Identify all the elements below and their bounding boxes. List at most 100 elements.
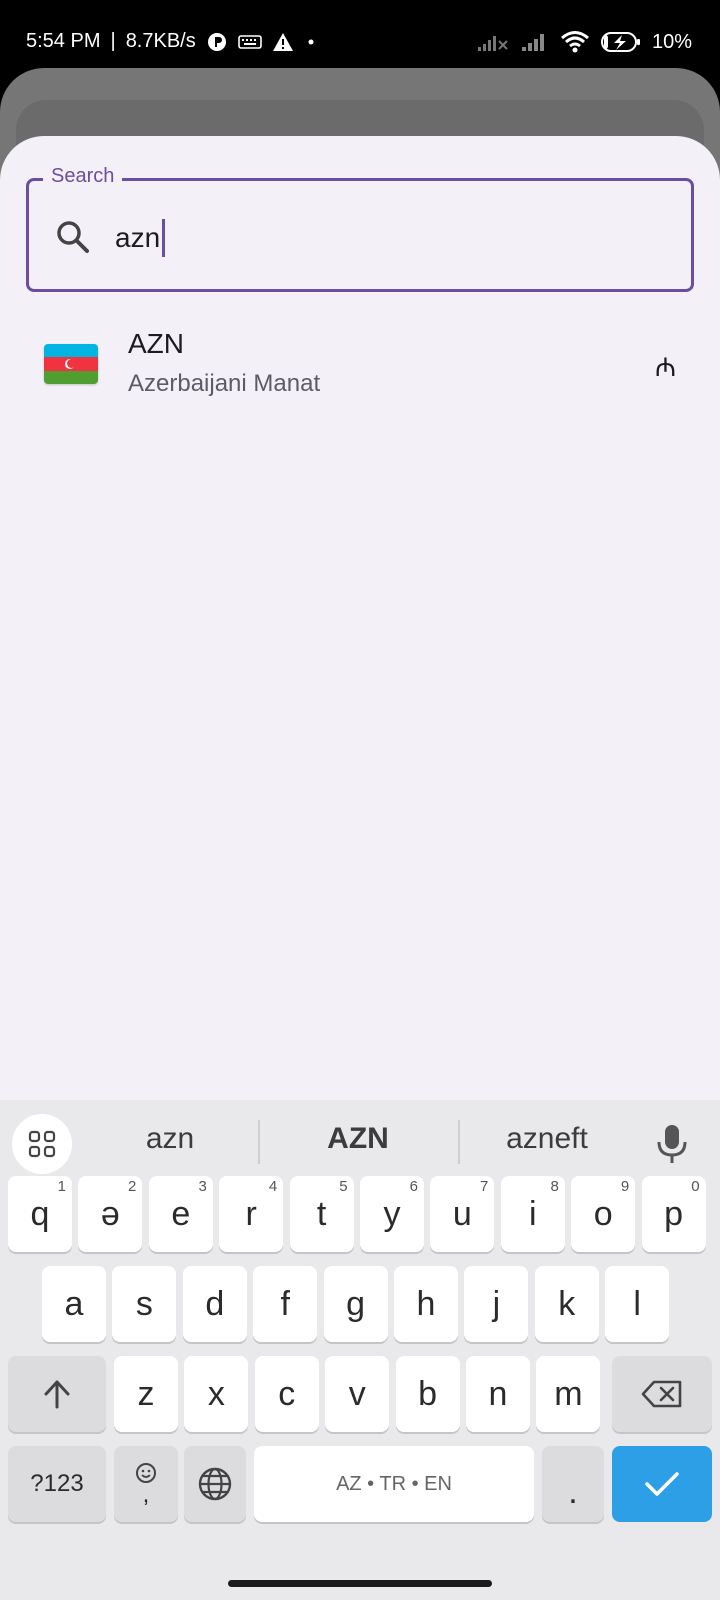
search-input[interactable]: azn: [115, 219, 166, 257]
microphone-icon[interactable]: [652, 1122, 692, 1166]
key-label: u: [452, 1194, 472, 1233]
key-v[interactable]: v: [325, 1356, 390, 1432]
key-number-hint: 3: [198, 1178, 207, 1195]
keyboard-icon: [237, 34, 262, 50]
suggestion-2[interactable]: AZN: [298, 1122, 418, 1156]
emoji-comma-key[interactable]: ,: [114, 1446, 178, 1522]
dot-icon: [304, 37, 318, 47]
suggestion-divider: [258, 1120, 260, 1164]
search-icon: [53, 217, 93, 257]
space-key[interactable]: AZ • TR • EN: [254, 1446, 534, 1522]
key-n[interactable]: n: [466, 1356, 530, 1432]
symbols-key[interactable]: ?123: [8, 1446, 106, 1522]
status-bar: 5:54 PM | 8.7KB/s 10%: [0, 0, 720, 70]
key-label: r: [245, 1194, 257, 1233]
apps-grid-icon: [28, 1130, 56, 1158]
key-ə[interactable]: ə2: [78, 1176, 143, 1252]
key-label: x: [207, 1374, 225, 1413]
key-y[interactable]: y6: [360, 1176, 424, 1252]
suggestion-bar: azn AZN azneft: [0, 1100, 720, 1188]
text-cursor: [162, 219, 166, 257]
key-label: f: [280, 1284, 290, 1323]
key-r[interactable]: r4: [219, 1176, 284, 1252]
key-number-hint: 5: [339, 1178, 348, 1195]
key-label: h: [416, 1284, 436, 1323]
key-t[interactable]: t5: [289, 1176, 354, 1252]
key-l[interactable]: l: [605, 1266, 670, 1342]
currency-picker-sheet: Search azn AZN Azerbaijani Manat ₼: [0, 136, 720, 1100]
key-q[interactable]: q1: [8, 1176, 72, 1252]
network-speed: 8.7KB/s: [125, 30, 196, 52]
on-screen-keyboard: azn AZN azneft ?123 , AZ • TR • EN . q1ə…: [0, 1100, 720, 1600]
key-p[interactable]: p0: [641, 1176, 706, 1252]
key-d[interactable]: d: [182, 1266, 247, 1342]
key-number-hint: 4: [268, 1178, 278, 1195]
period-key[interactable]: .: [542, 1446, 604, 1522]
wifi-icon: [560, 30, 590, 54]
key-b[interactable]: b: [395, 1356, 460, 1432]
key-label: v: [348, 1374, 366, 1413]
backspace-key[interactable]: [612, 1356, 712, 1432]
key-number-hint: 1: [57, 1178, 66, 1195]
language-key[interactable]: [184, 1446, 246, 1522]
shift-arrow-icon: [44, 1380, 70, 1409]
key-x[interactable]: x: [184, 1356, 249, 1432]
key-number-hint: 0: [691, 1178, 700, 1195]
key-label: a: [64, 1284, 84, 1323]
key-c[interactable]: c: [254, 1356, 319, 1432]
globe-icon: [198, 1467, 232, 1501]
key-label: d: [205, 1284, 225, 1323]
suggestion-divider: [458, 1120, 460, 1164]
key-label: e: [171, 1194, 191, 1233]
key-number-hint: 2: [128, 1178, 137, 1195]
azerbaijan-flag-icon: [44, 344, 98, 384]
key-z[interactable]: z: [114, 1356, 178, 1432]
currency-name: Azerbaijani Manat: [128, 370, 321, 397]
key-label: i: [529, 1194, 537, 1233]
key-label: j: [492, 1284, 501, 1323]
key-label: n: [488, 1374, 508, 1413]
key-g[interactable]: g: [323, 1266, 388, 1342]
key-number-hint: 8: [550, 1178, 559, 1195]
key-label: q: [30, 1194, 50, 1233]
backspace-icon: [641, 1380, 682, 1408]
key-label: s: [135, 1284, 153, 1323]
battery-charging-icon: [600, 31, 642, 53]
key-label: m: [554, 1374, 583, 1413]
key-k[interactable]: k: [534, 1266, 599, 1342]
keyboard-menu-button[interactable]: [12, 1114, 72, 1174]
status-time: 5:54 PM: [26, 30, 101, 52]
key-h[interactable]: h: [394, 1266, 458, 1342]
suggestion-3[interactable]: azneft: [482, 1122, 612, 1156]
battery-percentage: 10%: [651, 30, 692, 53]
key-label: c: [278, 1374, 296, 1413]
key-s[interactable]: s: [112, 1266, 177, 1342]
key-label: o: [593, 1194, 613, 1233]
key-e[interactable]: e3: [148, 1176, 213, 1252]
key-o[interactable]: o9: [571, 1176, 636, 1252]
key-m[interactable]: m: [536, 1356, 601, 1432]
key-j[interactable]: j: [464, 1266, 529, 1342]
suggestion-1[interactable]: azn: [110, 1122, 230, 1156]
search-field[interactable]: Search azn: [26, 165, 694, 292]
gesture-navigation-bar[interactable]: [228, 1580, 492, 1587]
key-label: y: [383, 1194, 401, 1233]
data-saver-icon: [206, 31, 228, 53]
key-label: b: [418, 1374, 438, 1413]
check-icon: [645, 1472, 679, 1496]
key-label: k: [558, 1284, 576, 1323]
key-label: p: [664, 1194, 684, 1233]
currency-list-item[interactable]: AZN Azerbaijani Manat ₼: [0, 318, 720, 414]
comma-label: ,: [142, 1481, 150, 1508]
key-label: ə: [100, 1194, 120, 1233]
key-label: g: [346, 1284, 366, 1323]
key-label: z: [137, 1374, 155, 1413]
warning-icon: [272, 32, 294, 52]
key-a[interactable]: a: [42, 1266, 106, 1342]
shift-key[interactable]: [8, 1356, 106, 1432]
key-i[interactable]: i8: [500, 1176, 565, 1252]
enter-key[interactable]: [612, 1446, 712, 1522]
key-f[interactable]: f: [253, 1266, 318, 1342]
key-number-hint: 9: [620, 1178, 630, 1195]
key-u[interactable]: u7: [430, 1176, 495, 1252]
